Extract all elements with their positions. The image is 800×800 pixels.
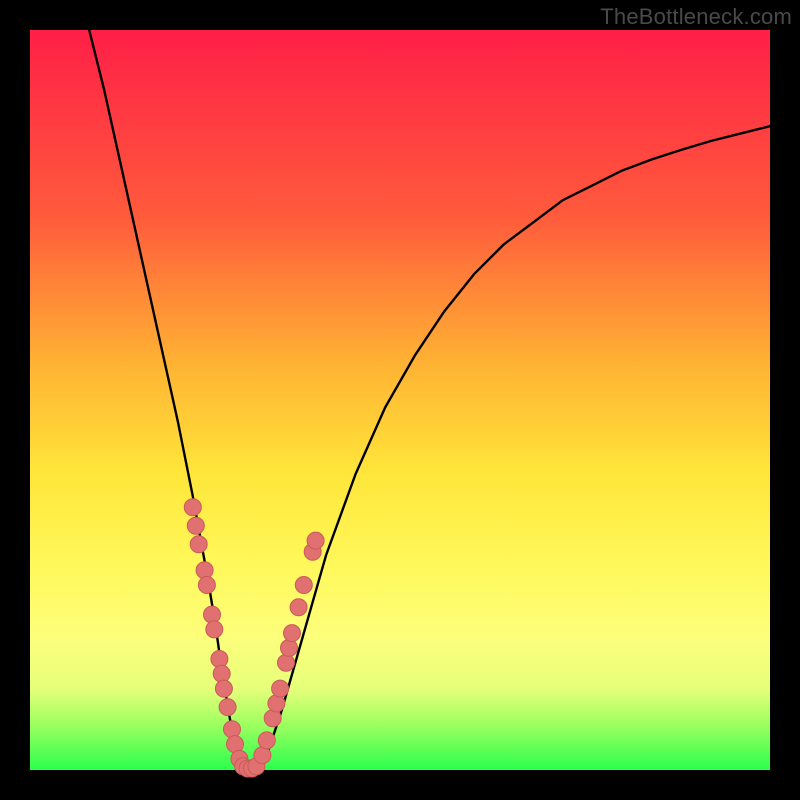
chart-plot-area [30,30,770,770]
watermark-text: TheBottleneck.com [600,4,792,30]
